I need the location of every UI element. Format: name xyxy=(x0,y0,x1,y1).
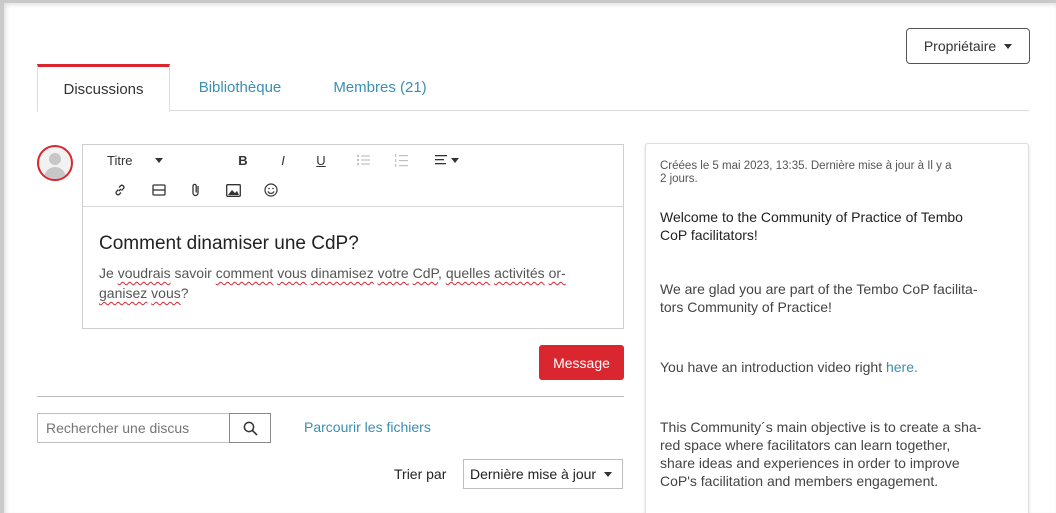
message-word: votre xyxy=(377,265,409,281)
tab-label: Bibliothèque xyxy=(198,79,282,96)
bold-label: B xyxy=(238,152,248,168)
message-text: ? xyxy=(180,285,189,301)
message-word: comment xyxy=(215,265,274,281)
numbered-list-icon[interactable] xyxy=(391,149,411,171)
tab-label: Discussions xyxy=(63,80,144,98)
tab-members[interactable]: Membres (21) xyxy=(320,64,440,111)
video-link[interactable]: here. xyxy=(886,359,918,375)
glad-line: tors Community of Practice! xyxy=(660,299,832,315)
chevron-down-icon xyxy=(604,471,613,477)
message-editor: Titre B I U Comment dinamiser une CdP? J… xyxy=(82,144,624,329)
message-word: or- xyxy=(548,265,566,281)
message-text: Je xyxy=(99,265,118,281)
underline-label: U xyxy=(316,152,326,168)
tab-discussions[interactable]: Discussions xyxy=(37,64,170,112)
glad-text: We are glad you are part of the Tembo Co… xyxy=(660,280,1010,316)
message-word: activités xyxy=(494,265,545,281)
message-word: dinamisez xyxy=(310,265,374,281)
message-word: quelles xyxy=(445,265,491,281)
chevron-down-icon xyxy=(154,157,163,163)
glad-line: We are glad you are part of the Tembo Co… xyxy=(660,281,978,297)
table-icon[interactable] xyxy=(149,179,169,201)
message-word: CdP xyxy=(412,265,439,281)
italic-label: I xyxy=(281,152,285,168)
objective-line: share ideas and experiences in order to … xyxy=(660,455,960,471)
panel-meta: Créées le 5 mai 2023, 13:35. Dernière mi… xyxy=(660,160,990,186)
heading-select[interactable]: Titre xyxy=(107,149,177,171)
bold-button[interactable]: B xyxy=(233,149,253,171)
community-info-panel: Créées le 5 mai 2023, 13:35. Dernière mi… xyxy=(645,143,1029,513)
search-input[interactable] xyxy=(37,413,229,443)
send-message-button[interactable]: Message xyxy=(539,345,624,380)
editor-toolbar: Titre B I U xyxy=(83,145,623,207)
objective-line: red space where facilitators can learn t… xyxy=(660,437,951,453)
tab-bar: Discussions Bibliothèque Membres (21) xyxy=(37,64,1029,112)
welcome-text: Welcome to the Community of Practice of … xyxy=(660,208,1010,244)
message-word: vous xyxy=(151,285,181,301)
emoji-icon[interactable] xyxy=(261,179,281,201)
video-text-label: You have an introduction video right xyxy=(660,359,886,375)
objective-line: This Community´s main objective is to cr… xyxy=(660,419,982,435)
meta-line: Créées le 5 mai 2023, 13:35. Dernière mi… xyxy=(660,160,952,172)
link-icon[interactable] xyxy=(111,179,129,201)
avatar xyxy=(37,145,73,181)
message-text: savoir xyxy=(170,265,216,281)
message-word: ganisez xyxy=(99,285,148,301)
message-subject: Comment dinamiser une CdP? xyxy=(99,233,607,255)
owner-dropdown-button[interactable]: Propriétaire xyxy=(906,28,1030,64)
objective-text: This Community´s main objective is to cr… xyxy=(660,418,1010,490)
owner-button-label: Propriétaire xyxy=(923,38,997,54)
divider xyxy=(37,396,624,397)
welcome-line: CoP facilitators! xyxy=(660,227,758,243)
italic-button[interactable]: I xyxy=(273,149,293,171)
tab-library[interactable]: Bibliothèque xyxy=(180,64,300,111)
sort-label: Trier par xyxy=(394,466,447,482)
message-text: , xyxy=(438,265,446,281)
search-button[interactable] xyxy=(229,413,271,443)
video-text: You have an introduction video right her… xyxy=(660,358,1010,376)
send-button-label: Message xyxy=(553,354,610,371)
attachment-icon[interactable] xyxy=(187,179,205,201)
bullet-list-icon[interactable] xyxy=(353,149,373,171)
browse-files-link[interactable]: Parcourir les fichiers xyxy=(304,419,431,435)
subject-text: Comment dinamiser une CdP? xyxy=(99,233,359,254)
browse-files-label: Parcourir les fichiers xyxy=(304,419,431,435)
sort-select[interactable]: Dernière mise à jour xyxy=(463,459,623,489)
chevron-down-icon xyxy=(1004,43,1013,49)
message-word: voudrais xyxy=(117,265,171,281)
search-icon xyxy=(243,421,258,436)
avatar-head xyxy=(49,153,61,165)
meta-line: 2 jours. xyxy=(660,173,698,185)
message-body: Je voudrais savoir comment vous dinamise… xyxy=(99,263,607,303)
editor-content[interactable]: Comment dinamiser une CdP? Je voudrais s… xyxy=(83,233,623,303)
objective-line: CoP's facilitation and members engagemen… xyxy=(660,473,939,489)
underline-button[interactable]: U xyxy=(311,149,331,171)
sort-selected-value: Dernière mise à jour xyxy=(470,466,597,482)
chevron-down-icon xyxy=(451,157,459,163)
avatar-body xyxy=(44,167,66,179)
message-word: vous xyxy=(277,265,307,281)
tab-label: Membres (21) xyxy=(333,79,427,96)
image-icon[interactable] xyxy=(223,179,243,201)
align-icon[interactable] xyxy=(431,149,463,171)
welcome-line: Welcome to the Community of Practice of … xyxy=(660,209,963,225)
heading-select-label: Titre xyxy=(107,152,133,168)
